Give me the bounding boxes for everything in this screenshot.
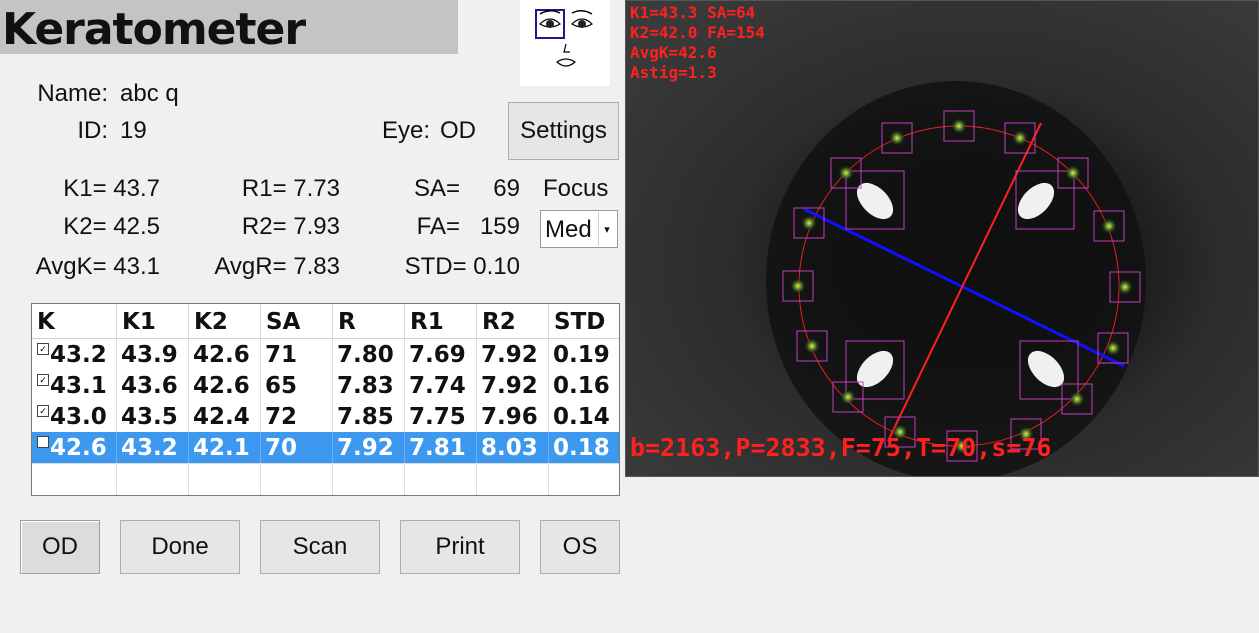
avgr-value: AvgR= 7.83 xyxy=(214,253,340,280)
print-button[interactable]: Print xyxy=(400,520,520,574)
cell-r2: 7.92 xyxy=(477,339,549,370)
overlay-avgk: AvgK=42.6 xyxy=(630,43,717,62)
cell-k1: 43.5 xyxy=(117,401,189,432)
col-header-std[interactable]: STD xyxy=(549,304,619,338)
empty-cell xyxy=(32,463,117,495)
cell-k2: 42.6 xyxy=(189,339,261,370)
cell-sa: 70 xyxy=(261,432,333,463)
cell-k: 43.1 xyxy=(32,370,117,401)
focus-label: Focus xyxy=(543,175,609,202)
col-header-k1[interactable]: K1 xyxy=(117,304,189,338)
empty-cell xyxy=(549,463,619,495)
cell-sa: 65 xyxy=(261,370,333,401)
cell-std: 0.18 xyxy=(549,432,619,463)
empty-cell xyxy=(333,463,405,495)
cell-std: 0.19 xyxy=(549,339,619,370)
std-value: STD= 0.10 xyxy=(404,253,520,280)
eye-label: Eye: xyxy=(381,117,430,144)
col-header-r1[interactable]: R1 xyxy=(405,304,477,338)
done-button[interactable]: Done xyxy=(120,520,240,574)
eye-value: OD xyxy=(440,117,476,144)
k1-value: K1= 43.7 xyxy=(63,175,160,202)
empty-cell xyxy=(189,463,261,495)
col-header-k[interactable]: K xyxy=(32,304,117,338)
cell-r: 7.80 xyxy=(333,339,405,370)
cell-r: 7.83 xyxy=(333,370,405,401)
overlay-k2-fa: K2=42.0 FA=154 xyxy=(630,23,765,42)
cell-r: 7.85 xyxy=(333,401,405,432)
name-value: abc q xyxy=(120,80,179,107)
table-row-empty xyxy=(32,463,619,495)
cell-k: 42.6 xyxy=(32,432,117,463)
eye-image xyxy=(626,1,1258,476)
cell-r: 7.92 xyxy=(333,432,405,463)
cell-std: 0.14 xyxy=(549,401,619,432)
table-header: K K1 K2 SA R R1 R2 STD xyxy=(32,304,619,339)
k2-value: K2= 42.5 xyxy=(63,213,160,240)
cell-k2: 42.6 xyxy=(189,370,261,401)
cell-k1: 43.9 xyxy=(117,339,189,370)
cell-k: 43.0 xyxy=(32,401,117,432)
scan-button[interactable]: Scan xyxy=(260,520,380,574)
cell-k2: 42.4 xyxy=(189,401,261,432)
app-title: Keratometer xyxy=(2,4,306,55)
id-label: ID: xyxy=(77,117,108,144)
cell-r1: 7.69 xyxy=(405,339,477,370)
r1-value: R1= 7.73 xyxy=(241,175,340,202)
cell-r1: 7.81 xyxy=(405,432,477,463)
r2-value: R2= 7.93 xyxy=(241,213,340,240)
chevron-down-icon[interactable]: ▾ xyxy=(598,212,615,246)
id-value: 19 xyxy=(120,117,147,144)
sa-label: SA= xyxy=(413,175,460,202)
table-row-selected[interactable]: 42.6 43.2 42.1 70 7.92 7.81 8.03 0.18 xyxy=(32,432,619,463)
camera-view[interactable]: K1=43.3 SA=64 K2=42.0 FA=154 AvgK=42.6 A… xyxy=(625,0,1259,477)
empty-cell xyxy=(117,463,189,495)
cell-r2: 7.96 xyxy=(477,401,549,432)
overlay-k1-sa: K1=43.3 SA=64 xyxy=(630,3,756,22)
name-label: Name: xyxy=(37,80,108,107)
focus-select-value: Med xyxy=(545,216,592,243)
focus-select[interactable]: Med ▾ xyxy=(540,210,618,248)
cell-r1: 7.74 xyxy=(405,370,477,401)
empty-cell xyxy=(405,463,477,495)
cell-r1: 7.75 xyxy=(405,401,477,432)
col-header-k2[interactable]: K2 xyxy=(189,304,261,338)
fa-value: 159 xyxy=(479,213,520,240)
row-divider xyxy=(32,463,619,464)
col-header-r2[interactable]: R2 xyxy=(477,304,549,338)
cell-r2: 7.92 xyxy=(477,370,549,401)
avgk-value: AvgK= 43.1 xyxy=(35,253,160,280)
cell-k1: 43.6 xyxy=(117,370,189,401)
cell-k: 43.2 xyxy=(32,339,117,370)
od-button[interactable]: OD xyxy=(20,520,100,574)
overlay-status: b=2163,P=2833,F=75,T=70,s=76 xyxy=(630,433,1052,462)
title-bar: Keratometer xyxy=(0,0,458,55)
table-row[interactable]: ✓ 43.1 43.6 42.6 65 7.83 7.74 7.92 0.16 xyxy=(32,370,619,401)
col-header-sa[interactable]: SA xyxy=(261,304,333,338)
overlay-astig: Astig=1.3 xyxy=(630,63,717,82)
table-row[interactable]: ✓ 43.2 43.9 42.6 71 7.80 7.69 7.92 0.19 xyxy=(32,339,619,370)
empty-cell xyxy=(261,463,333,495)
settings-button[interactable]: Settings xyxy=(508,102,619,160)
cell-sa: 71 xyxy=(261,339,333,370)
face-eye-selector-icon[interactable] xyxy=(520,0,610,86)
table-row[interactable]: ✓ 43.0 43.5 42.4 72 7.85 7.75 7.96 0.14 xyxy=(32,401,619,432)
os-button[interactable]: OS xyxy=(540,520,620,574)
fa-label: FA= xyxy=(416,213,460,240)
cell-sa: 72 xyxy=(261,401,333,432)
readings-table[interactable]: K K1 K2 SA R R1 R2 STD ✓ 43.2 43.9 42.6 … xyxy=(31,303,620,496)
empty-cell xyxy=(477,463,549,495)
col-header-r[interactable]: R xyxy=(333,304,405,338)
cell-k2: 42.1 xyxy=(189,432,261,463)
cell-r2: 8.03 xyxy=(477,432,549,463)
cell-std: 0.16 xyxy=(549,370,619,401)
sa-value: 69 xyxy=(493,175,520,202)
cell-k1: 43.2 xyxy=(117,432,189,463)
